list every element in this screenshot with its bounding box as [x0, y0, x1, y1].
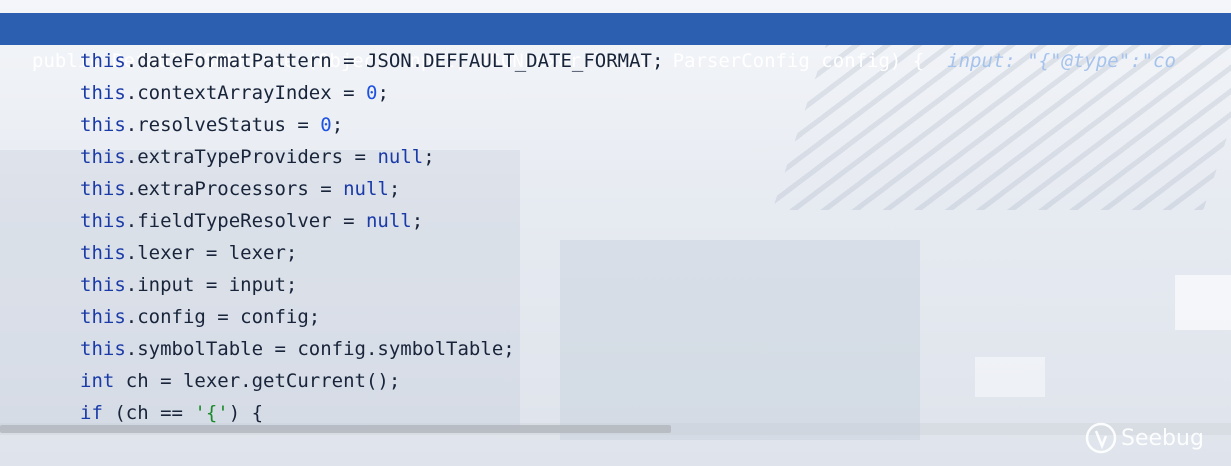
code-token: ) { [228, 402, 264, 424]
code-token: .fieldTypeResolver = [125, 210, 366, 232]
code-token: .lexer = lexer; [125, 242, 298, 264]
code-token: ; [331, 114, 344, 136]
code-token: ; [411, 210, 424, 232]
code-keyword: this [80, 50, 126, 72]
code-keyword: this [80, 338, 126, 360]
code-line[interactable]: this.fieldTypeResolver = null; [0, 205, 1231, 237]
code-keyword: this [80, 146, 126, 168]
scrollbar-thumb[interactable] [0, 425, 671, 433]
code-string: '{' [194, 402, 229, 424]
code-line[interactable]: this.contextArrayIndex = 0; [0, 77, 1231, 109]
code-token: .config = config; [125, 306, 321, 328]
code-line[interactable]: this.dateFormatPattern = JSON.DEFFAULT_D… [0, 45, 1231, 77]
code-keyword: this [80, 178, 126, 200]
code-token: .extraProcessors = [125, 178, 344, 200]
code-keyword: null [377, 146, 424, 168]
code-keyword: if [80, 402, 103, 424]
code-keyword: this [80, 306, 126, 328]
code-line[interactable]: int ch = lexer.getCurrent(); [0, 365, 1231, 397]
code-token: .contextArrayIndex = [125, 82, 366, 104]
code-keyword: this [80, 242, 126, 264]
code-token: .input = input; [125, 274, 298, 296]
code-keyword: null [365, 210, 412, 232]
code-token: .extraTypeProviders = [125, 146, 378, 168]
code-line[interactable]: this.resolveStatus = 0; [0, 109, 1231, 141]
code-token: (ch == [102, 402, 195, 424]
code-token: ch = lexer.getCurrent(); [114, 370, 401, 392]
code-number: 0 [320, 114, 332, 136]
code-token: .resolveStatus = [125, 114, 321, 136]
highlighted-code-line[interactable]: public DefaultJSONParser(Object input, J… [0, 13, 1231, 72]
code-keyword: null [343, 178, 389, 200]
code-line[interactable]: this.extraProcessors = null; [0, 173, 1231, 205]
watermark-text: Seebug [1121, 425, 1204, 451]
watermark: Seebug [1085, 420, 1204, 456]
code-keyword: this [80, 114, 126, 136]
code-keyword: this [80, 274, 126, 296]
code-token: ; [388, 178, 401, 200]
seebug-logo-icon [1085, 422, 1117, 454]
code-keyword: this [80, 82, 126, 104]
code-token: ; [423, 146, 435, 168]
code-line[interactable]: this.symbolTable = config.symbolTable; [0, 333, 1231, 365]
code-number: 0 [365, 82, 378, 104]
code-line[interactable]: this.extraTypeProviders = null; [0, 141, 1231, 173]
code-token: ; [377, 82, 389, 104]
code-line[interactable]: this.input = input; [0, 269, 1231, 301]
code-line[interactable]: this.lexer = lexer; [0, 237, 1231, 269]
code-token: .dateFormatPattern = JSON.DEFFAULT_DATE_… [125, 50, 664, 72]
code-keyword: int [80, 370, 115, 392]
code-keyword: this [80, 210, 126, 232]
code-line[interactable]: this.config = config; [0, 301, 1231, 333]
code-token: .symbolTable = config.symbolTable; [125, 338, 515, 360]
